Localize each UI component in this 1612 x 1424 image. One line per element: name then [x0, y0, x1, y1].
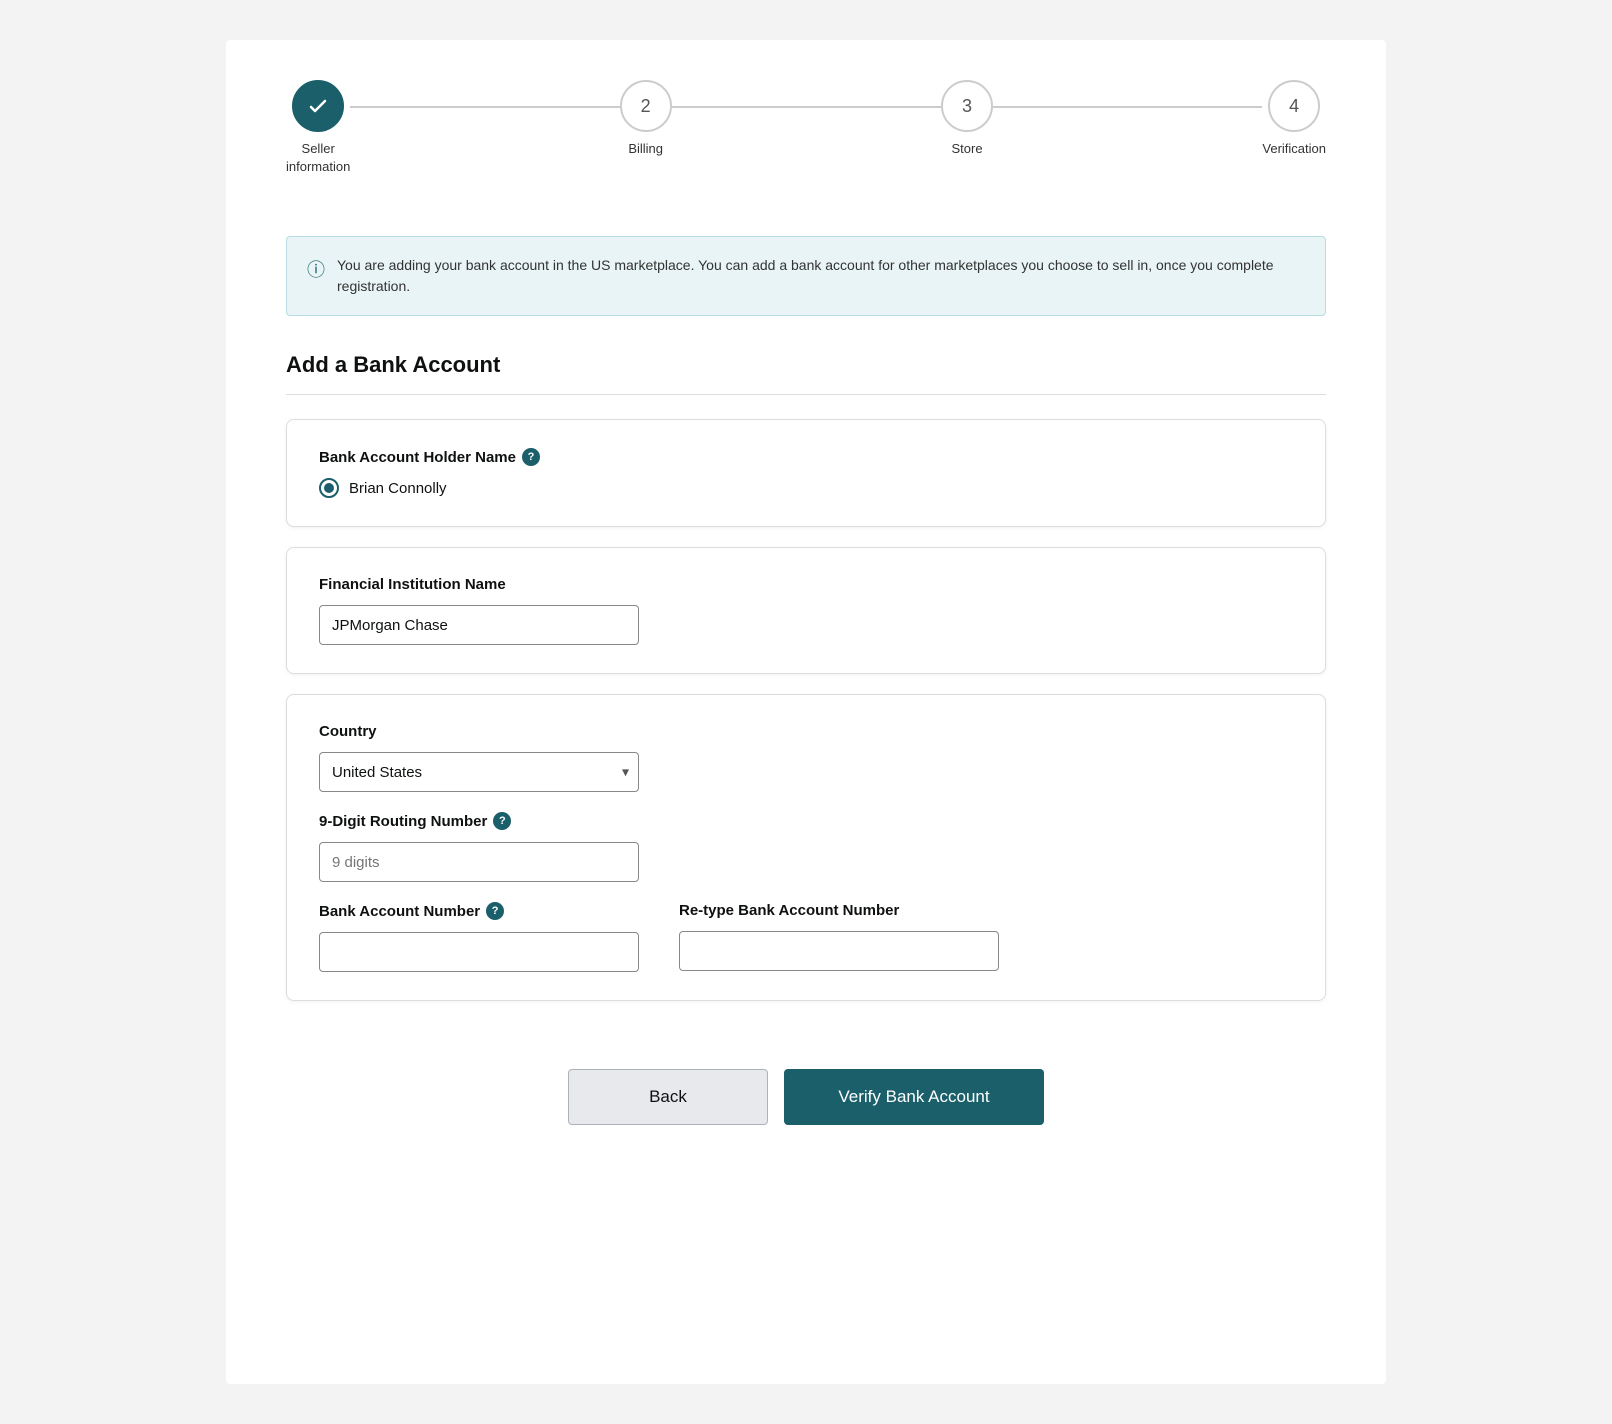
account-number-help-icon[interactable]: ?: [486, 902, 504, 920]
step-3-label: Store: [951, 140, 982, 158]
bank-holder-name: Brian Connolly: [349, 480, 447, 497]
retype-account-number-label: Re-type Bank Account Number: [679, 902, 999, 919]
button-row: Back Verify Bank Account: [286, 1049, 1326, 1125]
step-seller-information: Sellerinformation: [286, 80, 350, 176]
section-title: Add a Bank Account: [286, 352, 1326, 378]
info-banner-text: You are adding your bank account in the …: [337, 255, 1305, 297]
step-1-circle: [292, 80, 344, 132]
country-select[interactable]: United States Canada United Kingdom Aust…: [319, 752, 639, 792]
connector-1-2: [350, 106, 619, 108]
checkmark-icon: [306, 94, 330, 118]
verify-bank-account-button[interactable]: Verify Bank Account: [784, 1069, 1044, 1125]
step-3-circle: 3: [941, 80, 993, 132]
routing-field-group: 9-Digit Routing Number ?: [319, 812, 1293, 882]
bank-holder-radio[interactable]: [319, 478, 339, 498]
retype-account-number-field-group: Re-type Bank Account Number: [679, 902, 999, 972]
retype-account-number-input[interactable]: [679, 931, 999, 971]
info-icon: ⓘ: [307, 256, 325, 282]
account-number-field-group: Bank Account Number ?: [319, 902, 639, 972]
bank-account-holder-card: Bank Account Holder Name ? Brian Connoll…: [286, 419, 1326, 527]
bank-holder-option[interactable]: Brian Connolly: [319, 478, 1293, 498]
connector-3-4: [993, 106, 1262, 108]
account-number-row: Bank Account Number ? Re-type Bank Accou…: [319, 902, 1293, 972]
stepper: Sellerinformation 2 Billing 3 Store 4 Ve…: [286, 80, 1326, 196]
account-number-input[interactable]: [319, 932, 639, 972]
financial-institution-card: Financial Institution Name: [286, 547, 1326, 674]
page-container: Sellerinformation 2 Billing 3 Store 4 Ve…: [226, 40, 1386, 1384]
bank-holder-label: Bank Account Holder Name ?: [319, 448, 1293, 466]
step-1-label: Sellerinformation: [286, 140, 350, 176]
back-button[interactable]: Back: [568, 1069, 768, 1125]
country-select-wrapper: United States Canada United Kingdom Aust…: [319, 752, 639, 792]
step-2-label: Billing: [628, 140, 663, 158]
financial-institution-input[interactable]: [319, 605, 639, 645]
connector-2-3: [672, 106, 941, 108]
bank-holder-help-icon[interactable]: ?: [522, 448, 540, 466]
financial-institution-label: Financial Institution Name: [319, 576, 1293, 593]
banking-details-card: Country United States Canada United King…: [286, 694, 1326, 1001]
account-number-label: Bank Account Number ?: [319, 902, 639, 920]
routing-number-input[interactable]: [319, 842, 639, 882]
routing-help-icon[interactable]: ?: [493, 812, 511, 830]
step-4-label: Verification: [1262, 140, 1326, 158]
step-store: 3 Store: [941, 80, 993, 158]
routing-label: 9-Digit Routing Number ?: [319, 812, 1293, 830]
info-banner: ⓘ You are adding your bank account in th…: [286, 236, 1326, 316]
step-2-circle: 2: [620, 80, 672, 132]
step-4-circle: 4: [1268, 80, 1320, 132]
step-verification: 4 Verification: [1262, 80, 1326, 158]
country-label: Country: [319, 723, 1293, 740]
section-divider: [286, 394, 1326, 395]
country-field-group: Country United States Canada United King…: [319, 723, 1293, 792]
step-billing: 2 Billing: [620, 80, 672, 158]
